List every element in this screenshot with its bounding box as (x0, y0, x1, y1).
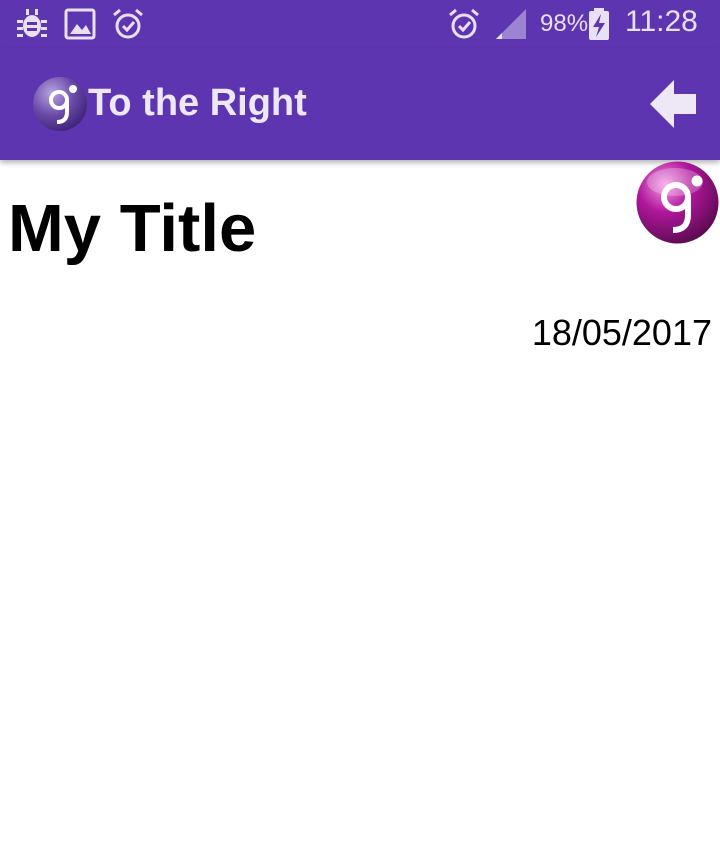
content-logo-icon (636, 161, 719, 244)
page-date: 18/05/2017 (531, 312, 712, 353)
battery-charging-icon (589, 8, 609, 40)
page-title: My Title (8, 191, 257, 266)
status-bar: 98% 11:28 (0, 0, 720, 48)
bug-icon (17, 9, 47, 37)
app-bar-title: To the Right (88, 82, 307, 124)
alarm-icon (449, 8, 479, 39)
arrow-back-icon (650, 80, 696, 128)
alarm-icon (113, 8, 143, 39)
back-button[interactable] (644, 74, 704, 134)
status-time: 11:28 (625, 5, 698, 38)
signal-icon (496, 9, 526, 39)
app-bar: To the Right (0, 48, 720, 160)
battery-percent: 98% (540, 10, 589, 37)
app-logo-icon (33, 77, 87, 131)
image-icon (64, 8, 96, 40)
